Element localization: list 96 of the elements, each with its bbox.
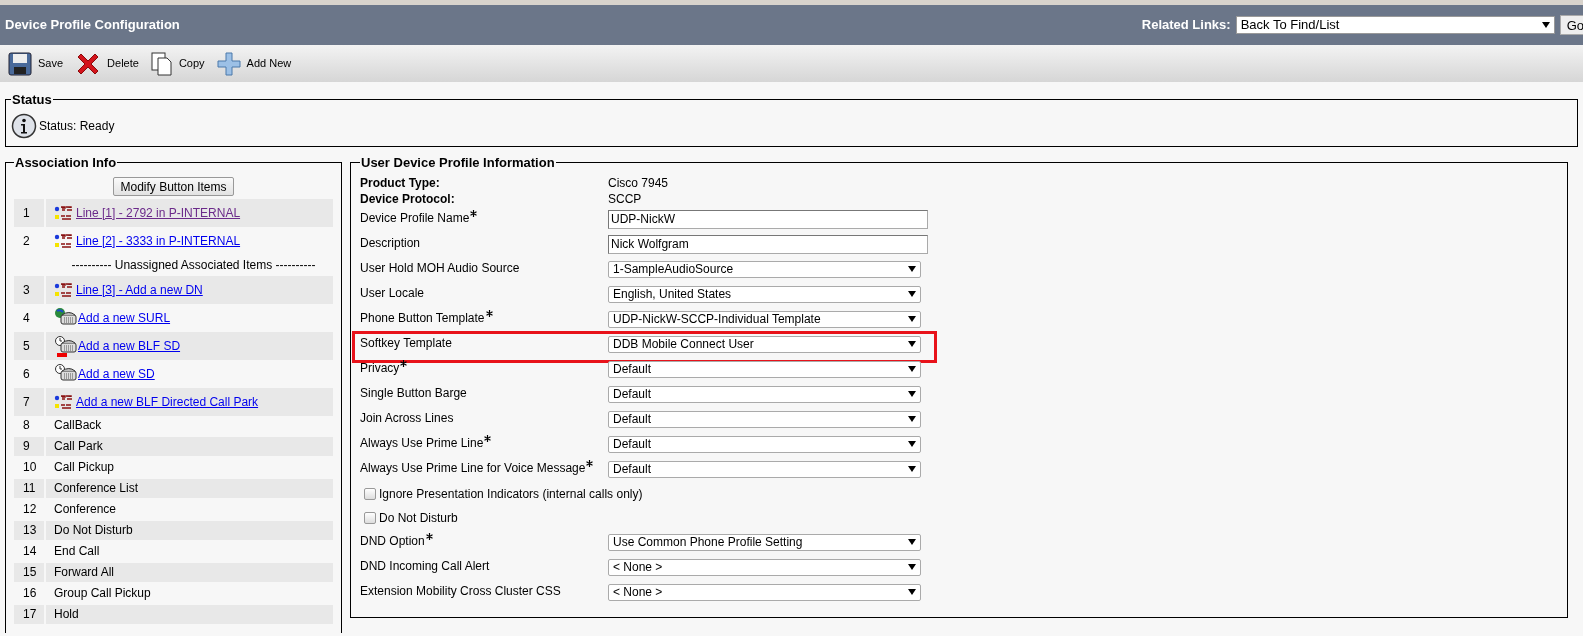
speed-dial-blf-icon bbox=[54, 334, 78, 357]
dropdown-arrow-icon bbox=[908, 564, 916, 570]
row-number: 16 bbox=[22, 585, 38, 602]
dropdown-arrow-icon bbox=[908, 589, 916, 595]
select-dropdown[interactable]: < None > bbox=[608, 558, 921, 576]
dropdown-arrow-icon bbox=[1541, 22, 1550, 28]
softkey-item: Forward All bbox=[54, 564, 115, 581]
field-label: DND Option bbox=[360, 532, 425, 550]
select-dropdown[interactable]: 1-SampleAudioSource bbox=[608, 260, 921, 278]
row-number: 2 bbox=[22, 232, 31, 250]
association-link[interactable]: Add a new SD bbox=[78, 364, 155, 383]
select-dropdown[interactable]: Default bbox=[608, 460, 921, 478]
field-label: Extension Mobility Cross Cluster CSS bbox=[360, 582, 562, 600]
softkey-item: Conference List bbox=[54, 480, 139, 497]
dropdown-arrow-icon bbox=[908, 341, 916, 347]
field-label: Join Across Lines bbox=[360, 409, 455, 427]
row-number: 8 bbox=[22, 417, 31, 434]
plus-icon bbox=[216, 51, 241, 76]
row-number: 11 bbox=[14, 478, 44, 498]
field-label: Always Use Prime Line bbox=[360, 434, 484, 452]
field-label: Device Profile Name bbox=[360, 209, 470, 227]
section-divider-text: ---------- Unassigned Associated Items ---------- bbox=[71, 257, 316, 274]
dropdown-arrow-icon bbox=[908, 366, 916, 372]
add-button[interactable]: Add New bbox=[216, 51, 292, 76]
field-label: Phone Button Template bbox=[360, 309, 485, 327]
softkey-item: CallBack bbox=[54, 417, 102, 434]
select-dropdown[interactable]: UDP-NickW-SCCP-Individual Template bbox=[608, 310, 921, 328]
row-number: 17 bbox=[14, 604, 44, 624]
select-dropdown[interactable]: DDB Mobile Connect User bbox=[608, 335, 921, 353]
row-number: 13 bbox=[14, 520, 44, 540]
dropdown-arrow-icon bbox=[908, 466, 916, 472]
field-label: User Locale bbox=[360, 284, 426, 302]
select-dropdown[interactable]: Use Common Phone Profile Setting bbox=[608, 533, 921, 551]
softkey-item: Do Not Disturb bbox=[54, 522, 133, 539]
softkey-item: Call Park bbox=[54, 438, 103, 455]
row-number: 1 bbox=[14, 198, 44, 227]
field-label: Softkey Template bbox=[360, 334, 453, 352]
row-number: 14 bbox=[22, 543, 38, 560]
dropdown-arrow-icon bbox=[908, 266, 916, 272]
copy-icon bbox=[150, 51, 173, 76]
delete-button[interactable]: Delete bbox=[75, 50, 139, 77]
field-label: User Hold MOH Audio Source bbox=[360, 259, 521, 277]
field-label: DND Incoming Call Alert bbox=[360, 557, 491, 575]
dropdown-arrow-icon bbox=[908, 441, 916, 447]
row-number: 15 bbox=[14, 562, 44, 582]
field-label: Always Use Prime Line for Voice Message bbox=[360, 459, 586, 477]
select-dropdown[interactable]: Default bbox=[608, 385, 921, 403]
text-field[interactable]: Nick Wolfgram bbox=[608, 234, 928, 254]
association-link[interactable]: Line [2] - 3333 in P-INTERNAL bbox=[76, 231, 241, 250]
profile-legend: User Device Profile Information bbox=[360, 153, 556, 173]
field-label: Product Type: bbox=[360, 174, 441, 192]
row-number: 6 bbox=[22, 365, 31, 383]
select-dropdown[interactable]: Default bbox=[608, 410, 921, 428]
dropdown-arrow-icon bbox=[908, 391, 916, 397]
row-number: 12 bbox=[22, 501, 38, 518]
field-value: SCCP bbox=[608, 190, 642, 208]
status-message: Status: Ready bbox=[39, 117, 115, 135]
modify-button-items-button[interactable]: Modify Button Items bbox=[113, 176, 234, 196]
field-value: Cisco 7945 bbox=[608, 174, 669, 192]
softkey-item: End Call bbox=[54, 543, 100, 560]
dropdown-arrow-icon bbox=[908, 416, 916, 422]
go-button[interactable]: Go bbox=[1559, 15, 1583, 35]
field-label: Single Button Barge bbox=[360, 384, 468, 402]
select-dropdown[interactable]: English, United States bbox=[608, 285, 921, 303]
softkey-item: Hold bbox=[54, 606, 79, 623]
row-number: 7 bbox=[14, 387, 44, 416]
related-links-dropdown[interactable]: Back To Find/List bbox=[1235, 16, 1555, 34]
softkey-item: Group Call Pickup bbox=[54, 585, 151, 602]
dropdown-arrow-icon bbox=[908, 539, 916, 545]
checkbox-label: Do Not Disturb bbox=[379, 509, 458, 527]
dropdown-arrow-icon bbox=[908, 316, 916, 322]
select-dropdown[interactable]: < None > bbox=[608, 583, 921, 601]
page-title: Device Profile Configuration bbox=[5, 16, 180, 35]
status-legend: Status bbox=[11, 90, 53, 110]
related-links-label: Related Links: bbox=[1141, 16, 1231, 35]
softkey-item: Conference bbox=[54, 501, 117, 518]
checkbox[interactable] bbox=[364, 511, 376, 524]
copy-button[interactable]: Copy bbox=[150, 51, 205, 76]
field-label: Device Protocol: bbox=[360, 190, 456, 208]
dropdown-arrow-icon bbox=[908, 291, 916, 297]
field-label: Description bbox=[360, 234, 422, 252]
association-legend: Association Info bbox=[14, 153, 118, 173]
softkey-item: Call Pickup bbox=[54, 459, 115, 476]
info-icon bbox=[11, 112, 37, 139]
field-label: Privacy bbox=[360, 359, 400, 377]
association-link[interactable]: Add a new SURL bbox=[78, 308, 171, 327]
select-dropdown[interactable]: Default bbox=[608, 435, 921, 453]
text-field[interactable]: UDP-NickW bbox=[608, 209, 928, 229]
row-number: 3 bbox=[14, 275, 44, 304]
checkbox-label: Ignore Presentation Indicators (internal calls only) bbox=[379, 485, 643, 503]
row-number: 5 bbox=[14, 331, 44, 360]
row-number: 4 bbox=[22, 309, 31, 327]
checkbox[interactable] bbox=[364, 487, 376, 500]
row-number: 10 bbox=[22, 459, 38, 476]
save-button[interactable]: Save bbox=[8, 51, 64, 76]
row-number: 9 bbox=[14, 436, 44, 456]
